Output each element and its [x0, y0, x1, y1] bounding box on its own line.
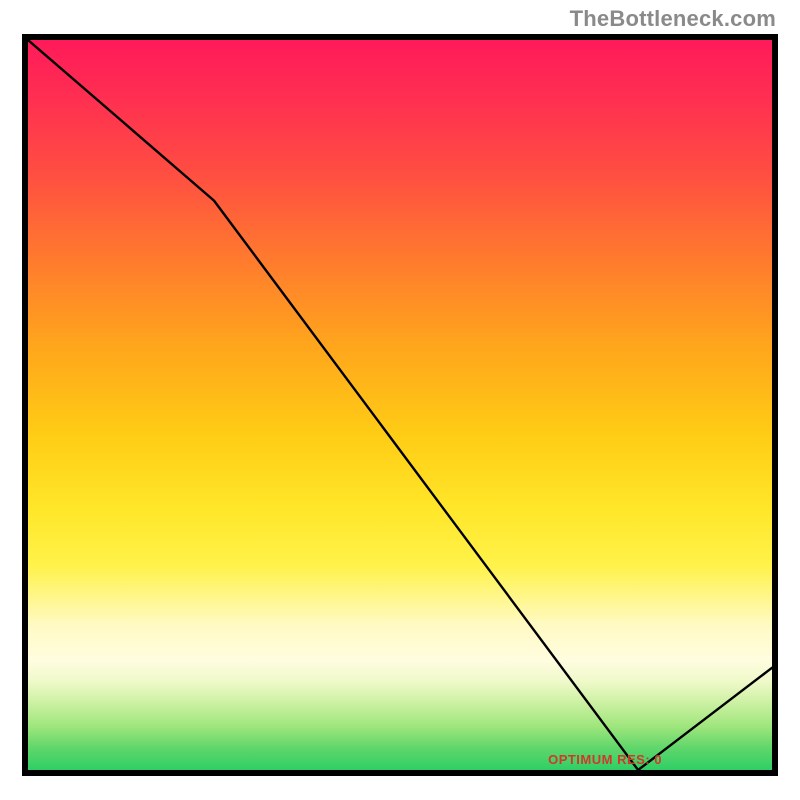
- chart-stage: TheBottleneck.com OPTIMUM RES: 0: [0, 0, 800, 800]
- watermark-text: TheBottleneck.com: [570, 6, 776, 32]
- plot-area: OPTIMUM RES: 0: [22, 34, 778, 776]
- gradient-background: [28, 40, 772, 770]
- optimum-label: OPTIMUM RES: 0: [548, 752, 662, 767]
